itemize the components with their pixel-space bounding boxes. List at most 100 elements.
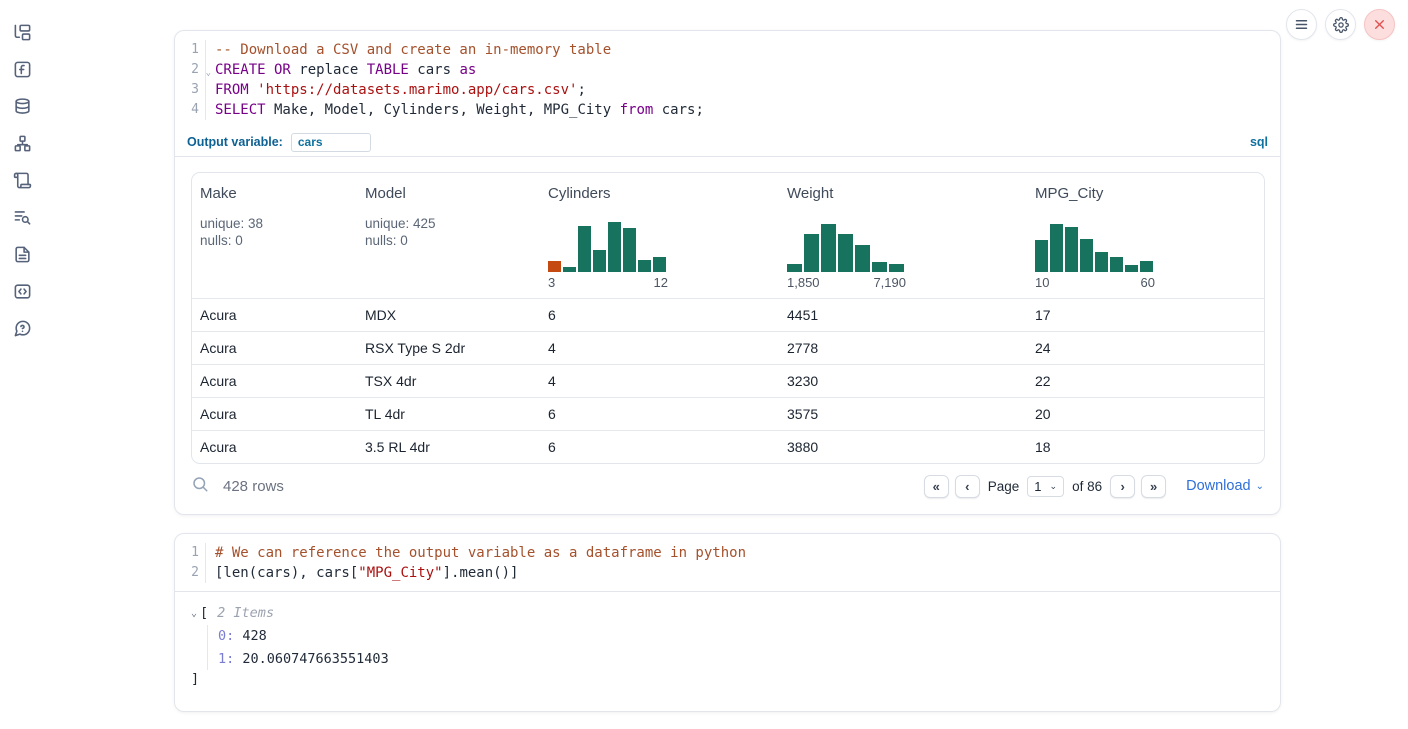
table-cell: 20 (1027, 406, 1265, 422)
column-label: MPG_City (1035, 185, 1258, 202)
data-table: Makeunique: 38nulls: 0Modelunique: 425nu… (191, 172, 1265, 464)
logs-icon[interactable] (10, 205, 34, 229)
fold-chevron-icon[interactable]: ⌄ (206, 63, 211, 83)
table-cell: Acura (192, 439, 357, 455)
tree-entry: 0: 428 (218, 625, 1264, 648)
table-cell: RSX Type S 2dr (357, 340, 540, 356)
code-line[interactable]: 2⌄CREATE OR replace TABLE cars as (175, 60, 1280, 80)
code-line[interactable]: 2[len(cars), cars["MPG_City"].mean()] (175, 563, 1280, 583)
download-label: Download (1186, 478, 1251, 494)
menu-button[interactable] (1286, 9, 1317, 40)
next-page-button[interactable]: › (1110, 475, 1135, 498)
histogram-bar (653, 257, 666, 272)
functions-icon[interactable] (10, 57, 34, 81)
code-text: [len(cars), cars["MPG_City"].mean()] (205, 563, 518, 583)
table-row: Acura3.5 RL 4dr6388018 (192, 430, 1264, 463)
chevron-down-icon: ⌄ (1050, 481, 1058, 492)
table-cell: 6 (540, 406, 779, 422)
table-cell: Acura (192, 307, 357, 323)
column-header-mpg_city[interactable]: MPG_City 1060 (1027, 173, 1265, 298)
documentation-icon[interactable] (10, 242, 34, 266)
histogram-bar (804, 234, 819, 272)
histogram-bar (838, 234, 853, 272)
histogram-bar (563, 267, 576, 272)
snippets-icon[interactable] (10, 279, 34, 303)
tree-collapse-chevron-icon[interactable]: ⌄ (191, 608, 197, 619)
table-row: AcuraRSX Type S 2dr4277824 (192, 331, 1264, 364)
histogram-max-label: 12 (654, 275, 668, 290)
column-label: Make (200, 185, 349, 202)
page-select-value: 1 (1034, 479, 1041, 494)
table-row: AcuraMDX6445117 (192, 298, 1264, 331)
sql-cell: 1-- Download a CSV and create an in-memo… (174, 30, 1281, 515)
settings-button[interactable] (1325, 9, 1356, 40)
histogram-bar (787, 264, 802, 272)
tree-entry: 1: 20.060747663551403 (218, 648, 1264, 671)
line-number: 1 (175, 40, 205, 60)
python-code-editor[interactable]: 1# We can reference the output variable … (175, 534, 1280, 591)
histogram-bar (1140, 261, 1153, 272)
histogram-max-label: 60 (1141, 275, 1155, 290)
output-variable-row: Output variable: sql (175, 128, 1280, 157)
page-label: Page (988, 479, 1020, 494)
code-line[interactable]: 3FROM 'https://datasets.marimo.app/cars.… (175, 80, 1280, 100)
tree-open-bracket: [ (200, 605, 208, 621)
table-cell: TSX 4dr (357, 373, 540, 389)
table-cell: 4 (540, 373, 779, 389)
column-header-weight[interactable]: Weight1,8507,190 (779, 173, 1027, 298)
histogram-bar (623, 228, 636, 272)
code-text: -- Download a CSV and create an in-memor… (205, 40, 611, 60)
table-header: Makeunique: 38nulls: 0Modelunique: 425nu… (192, 173, 1264, 298)
histogram-bar (1125, 265, 1138, 272)
table-cell: 3230 (779, 373, 1027, 389)
python-cell: 1# We can reference the output variable … (174, 533, 1281, 712)
table-output: Makeunique: 38nulls: 0Modelunique: 425nu… (175, 157, 1280, 464)
column-header-make[interactable]: Makeunique: 38nulls: 0 (192, 173, 357, 298)
code-text: # We can reference the output variable a… (205, 543, 746, 563)
output-variable-input[interactable] (291, 133, 371, 152)
table-row: AcuraTL 4dr6357520 (192, 397, 1264, 430)
table-cell: 2778 (779, 340, 1027, 356)
dependency-graph-icon[interactable] (10, 131, 34, 155)
histogram-bar (578, 226, 591, 272)
datasources-icon[interactable] (10, 94, 34, 118)
chevron-down-icon: ⌄ (1256, 481, 1264, 492)
table-cell: Acura (192, 406, 357, 422)
histogram-bar (1095, 252, 1108, 272)
table-cell: 4 (540, 340, 779, 356)
column-header-cylinders[interactable]: Cylinders312 (540, 173, 779, 298)
close-button[interactable] (1364, 9, 1395, 40)
column-header-model[interactable]: Modelunique: 425nulls: 0 (357, 173, 540, 298)
table-cell: 17 (1027, 307, 1265, 323)
code-line[interactable]: 1# We can reference the output variable … (175, 543, 1280, 563)
page-select[interactable]: 1 ⌄ (1027, 476, 1064, 497)
line-number: 2 (175, 563, 205, 583)
top-controls (1286, 9, 1395, 40)
page-total-label: of 86 (1072, 479, 1102, 494)
histogram-bar (1035, 240, 1048, 272)
code-line[interactable]: 4SELECT Make, Model, Cylinders, Weight, … (175, 100, 1280, 120)
last-page-button[interactable]: » (1141, 475, 1166, 498)
column-label: Weight (787, 185, 1019, 202)
download-button[interactable]: Download ⌄ (1186, 478, 1264, 494)
first-page-button[interactable]: « (924, 475, 949, 498)
table-cell: 4451 (779, 307, 1027, 323)
sql-code-editor[interactable]: 1-- Download a CSV and create an in-memo… (175, 31, 1280, 128)
row-count: 428 rows (223, 478, 284, 495)
code-text: CREATE OR replace TABLE cars as (205, 60, 476, 80)
prev-page-button[interactable]: ‹ (955, 475, 980, 498)
search-icon[interactable] (191, 475, 209, 498)
scratchpad-icon[interactable] (10, 168, 34, 192)
histogram-bar (1080, 239, 1093, 272)
histogram-bar (593, 250, 606, 272)
output-variable-label: Output variable: (187, 135, 283, 149)
column-histogram: 312 (548, 219, 771, 290)
help-icon[interactable] (10, 316, 34, 340)
column-label: Model (365, 185, 532, 202)
histogram-bar (1110, 257, 1123, 272)
column-histogram: 1060 (1035, 219, 1258, 290)
file-explorer-icon[interactable] (10, 20, 34, 44)
histogram-bar (872, 262, 887, 272)
tree-close-bracket: ] (191, 670, 1264, 689)
code-line[interactable]: 1-- Download a CSV and create an in-memo… (175, 40, 1280, 60)
